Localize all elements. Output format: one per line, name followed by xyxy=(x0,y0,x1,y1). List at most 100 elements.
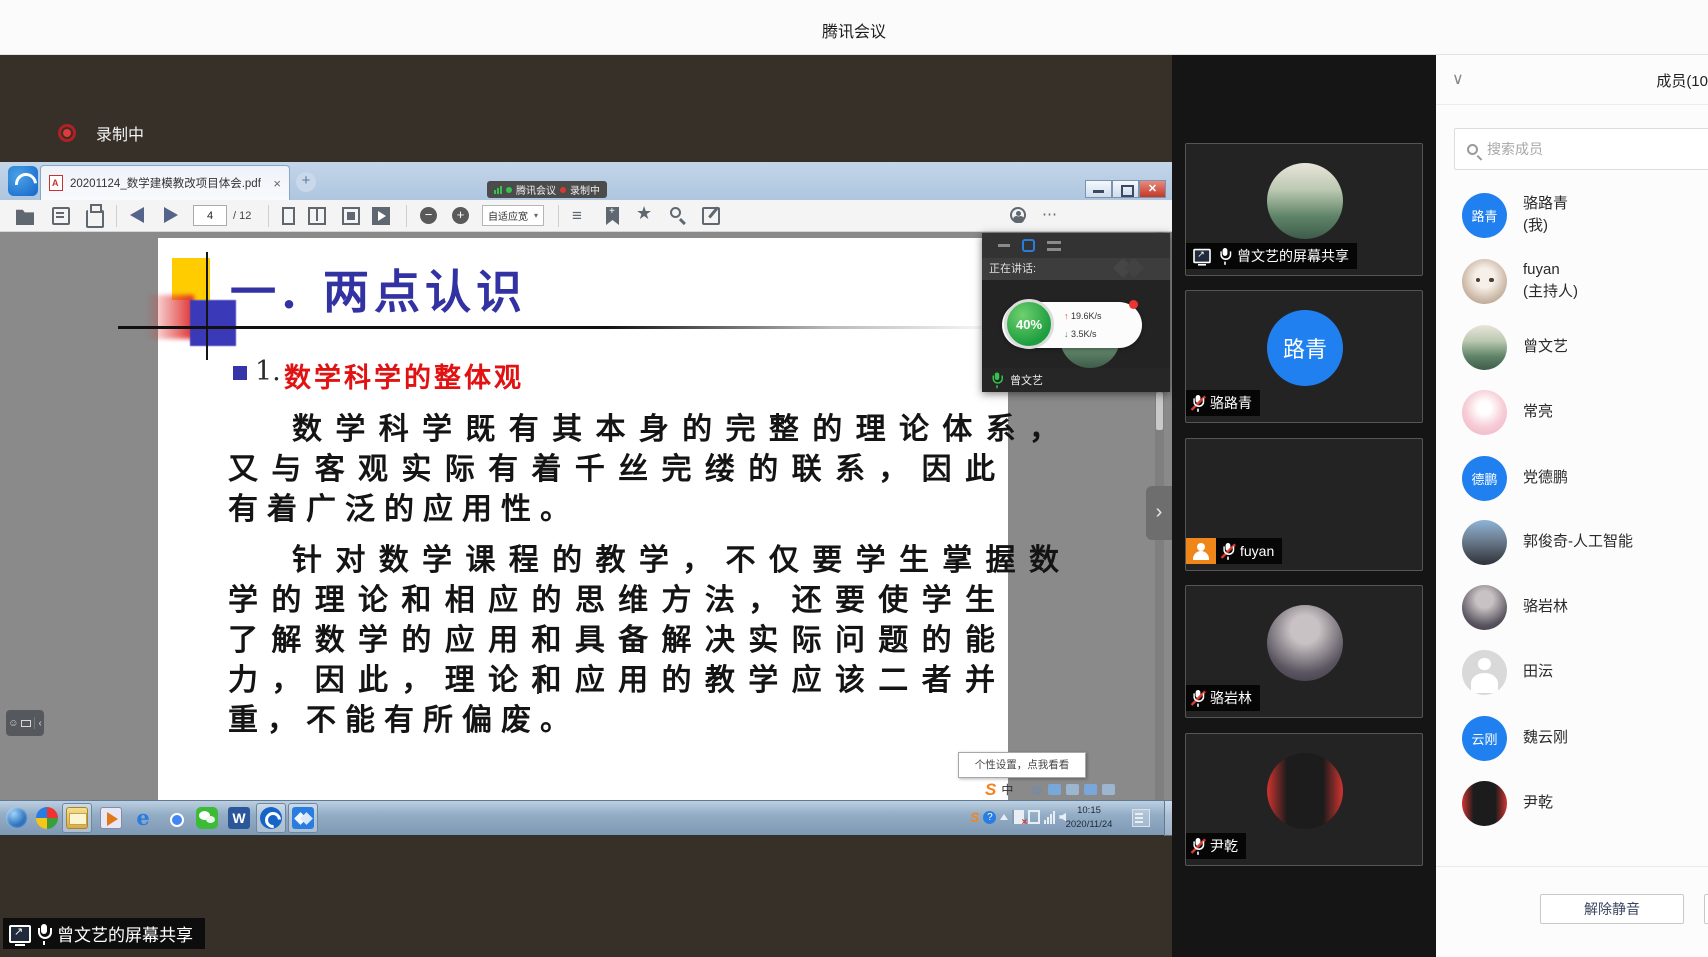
clipboard-tray-icon[interactable] xyxy=(1028,810,1040,824)
collapse-left-icon[interactable]: ‹ xyxy=(38,718,41,729)
favorites-star-icon[interactable]: ★ xyxy=(636,204,654,222)
emoji-icon[interactable]: ☺ xyxy=(1030,782,1043,797)
tencent-meeting-taskbar-icon[interactable] xyxy=(292,807,314,829)
annotate-icon[interactable] xyxy=(702,207,720,225)
word-icon[interactable]: W xyxy=(228,807,250,829)
sogou-logo-icon[interactable]: S xyxy=(985,780,996,800)
voice-icon[interactable] xyxy=(1048,784,1061,795)
keyboard-icon[interactable] xyxy=(1066,784,1079,795)
pdf-reader-taskbar-icon[interactable] xyxy=(260,807,282,829)
restore-button[interactable] xyxy=(1112,180,1139,198)
avatar xyxy=(1267,753,1343,829)
menu-icon[interactable] xyxy=(1047,241,1061,251)
print-icon[interactable] xyxy=(86,210,104,228)
unmute-button[interactable]: 解除静音 xyxy=(1540,894,1684,924)
slide-paragraph-line: 针对数学课程的教学，不仅要学生掌握数 xyxy=(252,535,1068,579)
member-row[interactable]: 郭俊奇-人工智能 xyxy=(1462,509,1708,575)
avatar: 德鹏 xyxy=(1462,456,1507,501)
bookmark-icon[interactable] xyxy=(606,207,619,225)
minimize-icon[interactable] xyxy=(998,244,1010,247)
member-name: 骆路青 xyxy=(1523,193,1568,215)
member-row[interactable]: 云刚 魏云刚 xyxy=(1462,705,1708,771)
video-tile-yinqian[interactable]: 尹乾 xyxy=(1185,733,1423,866)
video-tile-luoluqing[interactable]: 路青 骆路青 xyxy=(1185,290,1423,423)
video-tile-luoyanlin[interactable]: 骆岩林 xyxy=(1185,585,1423,718)
member-row[interactable]: 骆岩林 xyxy=(1462,574,1708,640)
speed-ball-widget[interactable]: 40% ↑ 19.6K/s ↓ 3.5K/s xyxy=(1002,302,1142,348)
single-page-view-icon[interactable] xyxy=(282,207,295,225)
video-tile-fuyan[interactable]: fuyan xyxy=(1185,438,1423,571)
punctuation-icon[interactable]: °, xyxy=(1018,784,1025,795)
video-tile-zengwenyi[interactable]: 曾文艺的屏幕共享 xyxy=(1185,143,1423,276)
sogou-tray-icon[interactable]: S xyxy=(970,809,979,825)
pdf-toolbar: / 12 − + 自适应宽 ▾ ≡ ★ ⋯ xyxy=(0,200,1172,232)
system-tray: S ? xyxy=(970,809,1066,825)
show-desktop-button[interactable] xyxy=(1164,801,1172,836)
skin-icon[interactable] xyxy=(1084,784,1097,795)
decor-vertical-line xyxy=(206,252,208,360)
zoom-mode-select[interactable]: 自适应宽 ▾ xyxy=(482,205,544,226)
open-file-icon[interactable] xyxy=(16,207,34,225)
mic-muted-icon xyxy=(1192,395,1203,411)
pdf-tab-title: 20201124_数学建模教改项目体会.pdf xyxy=(70,175,266,191)
new-tab-button[interactable]: + xyxy=(296,172,316,192)
minimize-button[interactable] xyxy=(1085,180,1112,198)
search-input[interactable] xyxy=(1487,141,1657,157)
thumbnail-list-icon[interactable]: ≡ xyxy=(572,207,590,225)
member-row[interactable]: 常亮 xyxy=(1462,379,1708,445)
tile-name: 曾文艺的屏幕共享 xyxy=(1237,246,1349,266)
internet-explorer-icon[interactable]: e xyxy=(132,807,154,829)
speaker-name: 曾文艺 xyxy=(1010,372,1043,388)
help-tray-icon[interactable]: ? xyxy=(983,811,996,824)
member-row[interactable]: 曾文艺 xyxy=(1462,314,1708,380)
member-row[interactable]: 田沄 xyxy=(1462,639,1708,705)
facing-page-view-icon[interactable] xyxy=(308,207,326,225)
smiley-icon[interactable]: ☺ xyxy=(8,718,18,729)
speed-ball-icon[interactable]: 40% xyxy=(1004,299,1054,349)
fullscreen-icon[interactable] xyxy=(342,207,360,225)
speaking-floating-panel[interactable]: 正在讲话: 40% ↑ 19.6K/s ↓ 3.5K/s 曾文艺 xyxy=(982,233,1170,392)
sogou-input-bar[interactable]: S 中 °, ☺ xyxy=(985,779,1170,800)
input-method-mini-bar[interactable]: ☺ ‹ xyxy=(6,710,44,736)
save-page-icon[interactable] xyxy=(52,207,70,225)
collapse-panel-handle[interactable]: › xyxy=(1146,486,1172,540)
toolbox-icon[interactable] xyxy=(1102,784,1115,795)
360-browser-icon[interactable] xyxy=(36,807,58,829)
layout-icon[interactable] xyxy=(1022,239,1035,252)
chevron-down-icon[interactable]: ∨ xyxy=(1452,69,1464,89)
member-search-box[interactable] xyxy=(1454,128,1708,170)
chinese-mode-icon[interactable]: 中 xyxy=(1001,781,1013,798)
start-button-icon[interactable] xyxy=(6,807,28,829)
tencent-meeting-window: 腾讯会议 录制中 20201124_数学建模教改项目体会.pdf × + 腾讯会… xyxy=(0,0,1708,957)
presentation-mode-icon[interactable] xyxy=(372,207,390,225)
next-page-icon[interactable] xyxy=(164,207,178,223)
partial-button[interactable] xyxy=(1704,894,1708,924)
speaking-label: 正在讲话: xyxy=(989,263,1036,275)
upload-speed: ↑ 19.6K/s xyxy=(1064,307,1102,325)
page-number-input[interactable] xyxy=(193,205,227,226)
pdf-scrollbar-thumb[interactable] xyxy=(1156,392,1163,430)
member-row[interactable]: 路青 骆路青(我) xyxy=(1462,182,1708,248)
previous-page-icon[interactable] xyxy=(130,207,144,223)
wechat-icon[interactable] xyxy=(196,807,218,829)
sidebar-tray-icon[interactable] xyxy=(1132,809,1150,827)
taskbar-clock[interactable]: 10:15 2020/11/24 xyxy=(1053,804,1125,832)
zoom-in-icon[interactable]: + xyxy=(452,207,469,224)
member-row[interactable]: fuyan(主持人) xyxy=(1462,248,1708,314)
more-menu-icon[interactable]: ⋯ xyxy=(1042,207,1060,225)
member-name: 骆岩林 xyxy=(1523,596,1568,618)
member-row[interactable]: 德鹏 党德鹏 xyxy=(1462,445,1708,511)
avatar xyxy=(1462,520,1507,565)
member-row[interactable]: 尹乾 xyxy=(1462,770,1708,836)
explorer-icon[interactable] xyxy=(66,807,88,829)
action-center-flag-icon[interactable] xyxy=(1012,810,1024,824)
tab-close-icon[interactable]: × xyxy=(273,176,281,191)
pdf-document-tab[interactable]: 20201124_数学建模教改项目体会.pdf × xyxy=(40,165,290,200)
zoom-out-icon[interactable]: − xyxy=(420,207,437,224)
tray-expand-icon[interactable] xyxy=(1000,814,1008,820)
account-icon[interactable] xyxy=(1010,207,1026,223)
media-player-icon[interactable] xyxy=(100,807,122,829)
keyboard-icon[interactable] xyxy=(21,720,31,727)
close-button[interactable]: ✕ xyxy=(1139,180,1166,198)
search-icon[interactable] xyxy=(670,207,681,218)
